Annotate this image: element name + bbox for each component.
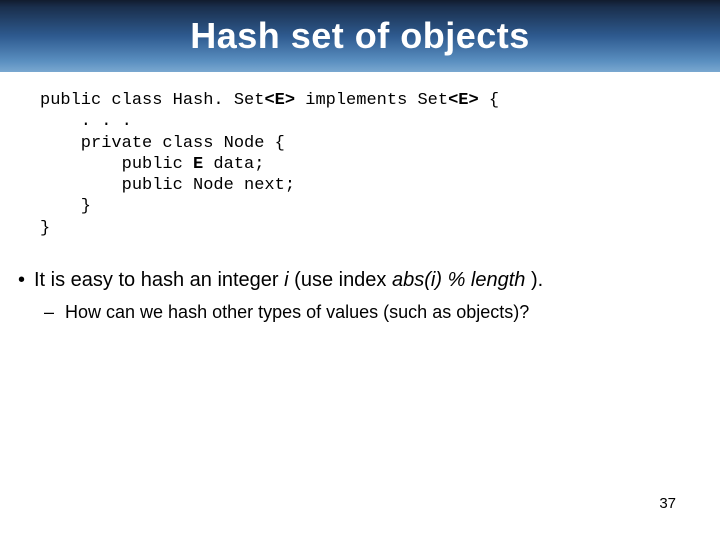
bullet-text-d: abs(i) % length [392,269,531,291]
sub-bullet-line: – How can we hash other types of values … [44,300,706,324]
content-area: •It is easy to hash an integer i (use in… [18,267,706,324]
code-line-1b: <E> [264,91,295,110]
code-line-1d: <E> [448,91,479,110]
code-line-4b: E [193,155,203,174]
page-number: 37 [659,495,676,512]
bullet-text-b: i [284,269,294,291]
bullet-line: •It is easy to hash an integer i (use in… [18,267,706,294]
code-line-4a: public [40,155,193,174]
dash-mark: – [44,300,60,324]
code-line-6: } [40,197,91,216]
bullet-text-e: ). [531,269,543,291]
slide-title: Hash set of objects [190,15,530,57]
bullet-text-a: It is easy to hash an integer [34,269,284,291]
code-line-1c: implements Set [295,91,448,110]
title-bar: Hash set of objects [0,0,720,72]
code-line-4c: data; [203,155,264,174]
bullet-text-c: (use index [294,269,392,291]
sub-text: How can we hash other types of values (s… [60,302,529,322]
code-line-1a: public class Hash. Set [40,91,264,110]
code-line-7: } [40,219,50,238]
code-line-1e: { [479,91,499,110]
code-block: public class Hash. Set<E> implements Set… [40,90,720,239]
bullet-mark: • [18,267,34,294]
code-line-5: public Node next; [40,176,295,195]
code-line-3: private class Node { [40,134,285,153]
code-line-2: . . . [40,112,132,131]
